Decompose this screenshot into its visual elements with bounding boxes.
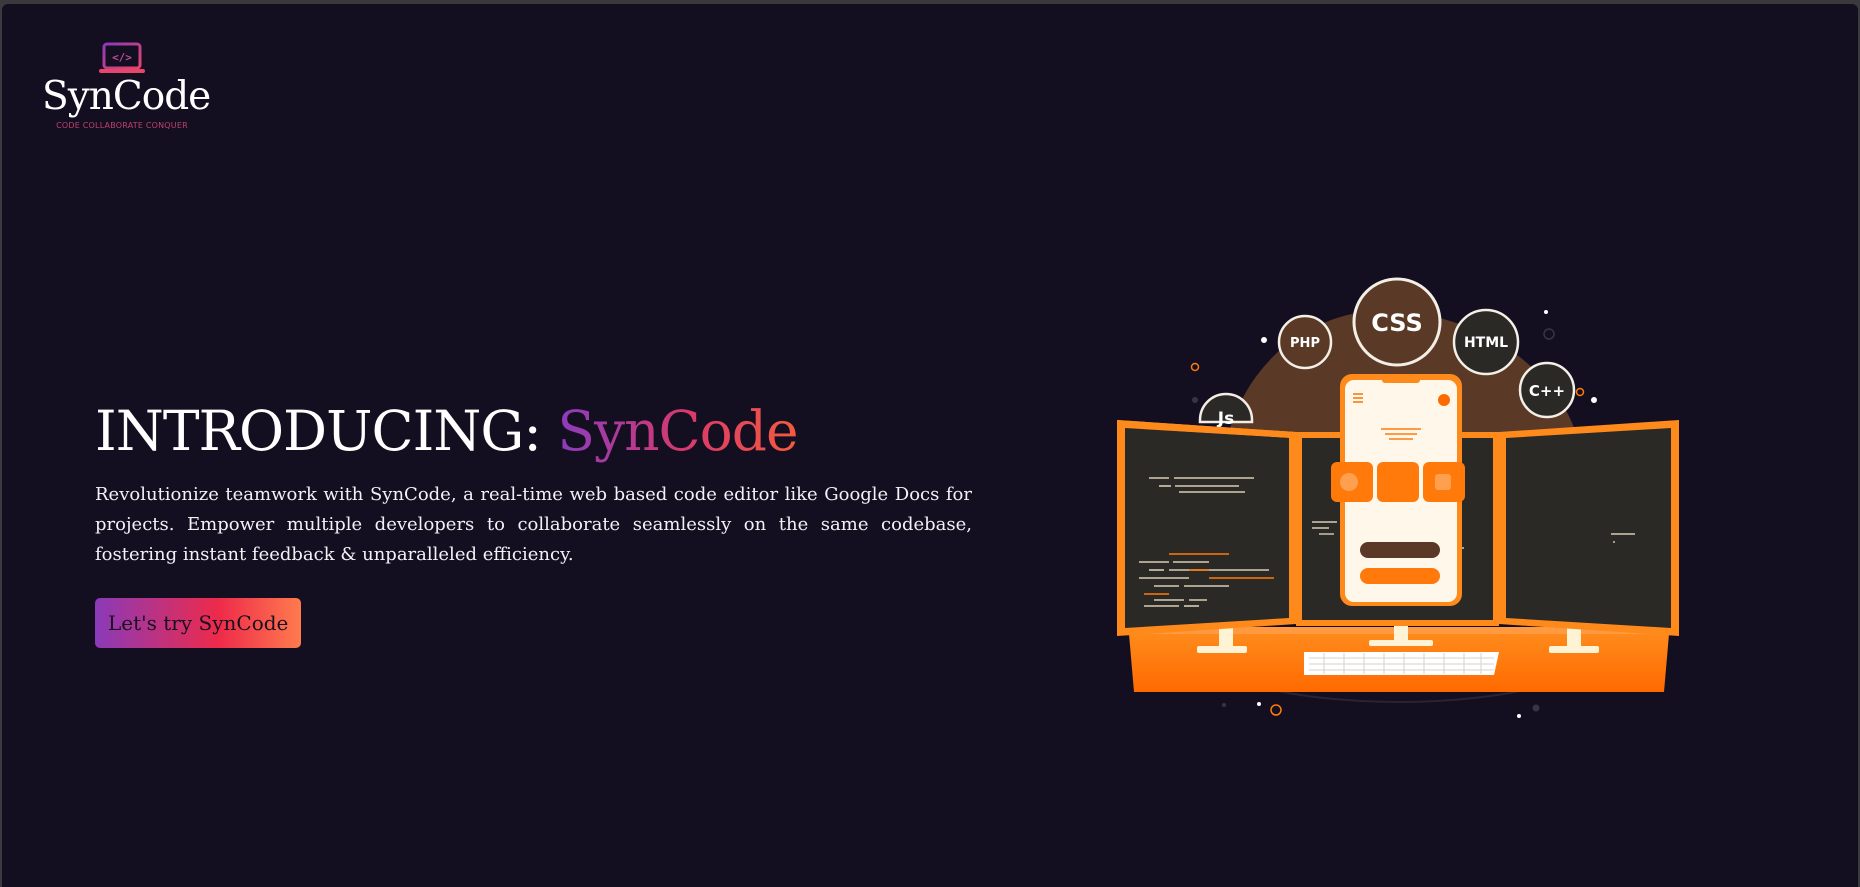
hero-title: INTRODUCING: SynCode — [95, 396, 975, 466]
hero-description: Revolutionize teamwork with SynCode, a r… — [95, 484, 972, 565]
badge-css-label: CSS — [1371, 309, 1423, 337]
hero-title-prefix: INTRODUCING: — [95, 399, 558, 463]
left-monitor — [1117, 420, 1296, 636]
brand-logo[interactable]: </> SynCode CODE COLLABORATE CONQUER — [42, 42, 211, 130]
keyboard — [1304, 652, 1499, 675]
badge-html: HTML — [1452, 308, 1520, 376]
hero-title-accent: SynCode — [557, 399, 798, 463]
badge-html-label: HTML — [1464, 335, 1508, 351]
phone-mockup — [1331, 374, 1465, 606]
landing-page: </> SynCode CODE COLLABORATE CONQUER INT… — [2, 4, 1858, 887]
badge-php: PHP — [1277, 314, 1333, 370]
brand-tagline: CODE COLLABORATE CONQUER — [56, 121, 188, 130]
svg-text:</>: </> — [112, 51, 132, 64]
try-syncode-button[interactable]: Let's try SynCode — [95, 598, 302, 648]
badge-css: CSS — [1352, 277, 1442, 367]
brand-name: SynCode — [42, 74, 211, 119]
right-monitor — [1499, 420, 1679, 636]
badge-cpp: C++ — [1518, 361, 1576, 419]
badge-cpp-label: C++ — [1529, 382, 1565, 400]
badge-js-label: Js — [1217, 409, 1234, 429]
badge-php-label: PHP — [1290, 336, 1320, 351]
laptop-code-icon: </> — [99, 42, 145, 73]
hero-section: INTRODUCING: SynCode Revolutionize teamw… — [95, 396, 975, 648]
developer-workstation-illustration: PHP CSS HTML C++ Js — [1117, 277, 1679, 718]
